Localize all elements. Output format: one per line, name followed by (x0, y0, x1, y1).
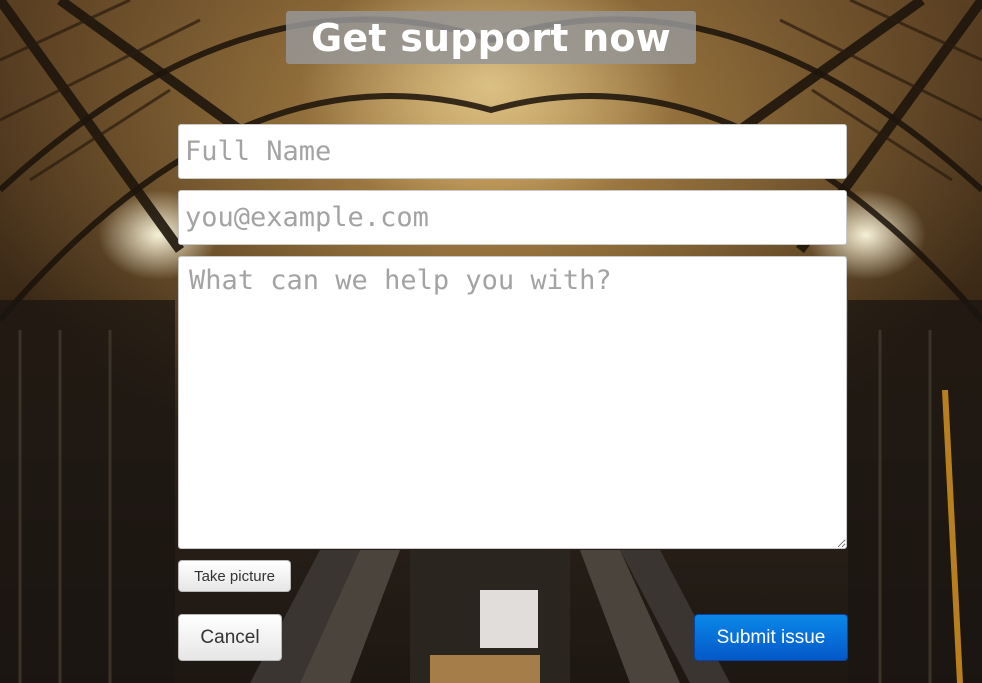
page-title: Get support now (311, 15, 671, 60)
full-name-input[interactable] (178, 124, 847, 179)
header-banner: Get support now (286, 11, 696, 64)
message-textarea[interactable] (178, 256, 847, 549)
take-picture-button[interactable]: Take picture (178, 560, 291, 592)
cancel-button[interactable]: Cancel (178, 614, 282, 661)
submit-issue-button[interactable]: Submit issue (694, 614, 848, 661)
email-input[interactable] (178, 190, 847, 245)
